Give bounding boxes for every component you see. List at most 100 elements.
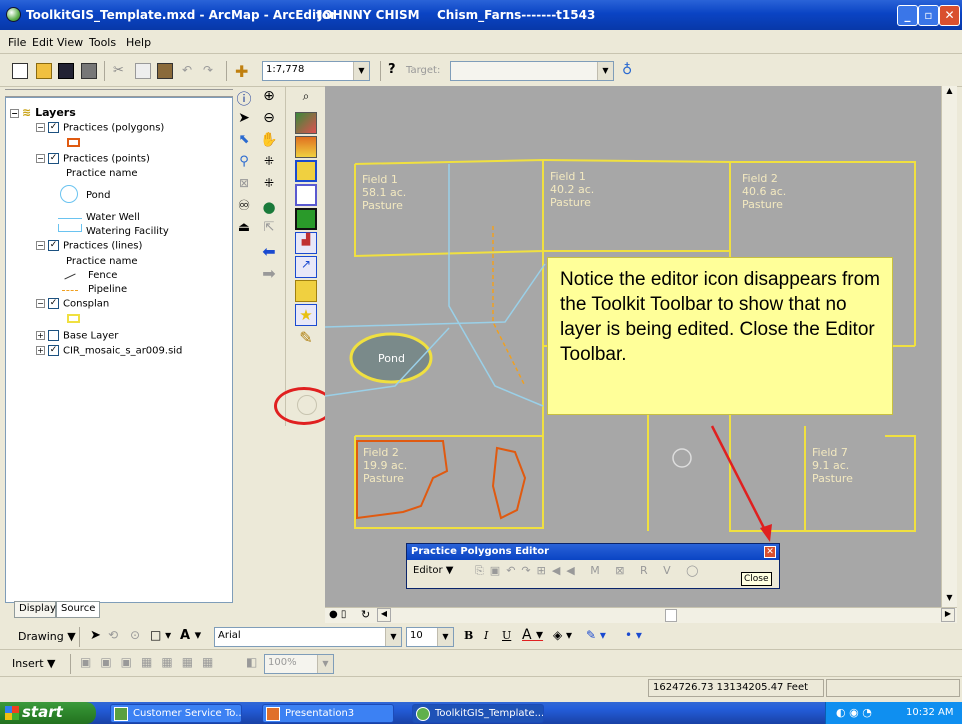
marker-color-icon[interactable]: • ▾ (625, 628, 642, 642)
restore-button[interactable]: ▫ (918, 5, 939, 26)
measure-icon[interactable]: ⏏ (233, 220, 255, 242)
layer-checkbox[interactable]: ✓ (48, 122, 59, 133)
collapse-icon[interactable]: − (36, 154, 45, 163)
go-back-arrow-icon[interactable]: ⬅ (258, 242, 280, 264)
add-data-icon[interactable]: ✚ (235, 62, 251, 81)
scroll-thumb[interactable] (665, 609, 677, 622)
map-scale-combo[interactable]: 1:7,778 ▼ (262, 61, 370, 81)
html-popup-icon[interactable]: ⇱ (258, 220, 280, 242)
rotate-icon[interactable]: ⟲ (108, 628, 118, 642)
new-rectangle-icon[interactable]: □ ▾ (150, 628, 171, 642)
layer-checkbox[interactable]: ✓ (48, 153, 59, 164)
italic-button[interactable]: I (484, 629, 488, 642)
layout-view-icon[interactable]: ● ▯ (329, 609, 346, 620)
horizontal-scrollbar[interactable]: ● ▯ ↻ ◀ ▶ (325, 607, 957, 623)
fill-color-icon[interactable]: ◈ ▾ (553, 628, 572, 642)
task-customer-service[interactable]: Customer Service To... (110, 704, 242, 723)
toc-layer[interactable]: − ✓ Practices (points) (36, 153, 150, 165)
tray-icons[interactable]: ◐ ◉ ◔ (836, 706, 872, 719)
editor-menu[interactable]: Editor ▼ (413, 565, 453, 576)
task-presentation[interactable]: Presentation3 (262, 704, 394, 723)
hyperlink-icon[interactable]: ⚲ (233, 154, 255, 176)
select-features-icon[interactable]: ⬉ (233, 132, 255, 154)
scroll-up-icon[interactable]: ▲ (942, 86, 957, 100)
collapse-icon[interactable]: − (36, 123, 45, 132)
editor-toolbar-icon[interactable]: ♁ (622, 62, 638, 78)
toolkit-layers-icon[interactable] (295, 160, 317, 182)
toc-root[interactable]: − ≋ Layers (10, 106, 76, 119)
editor-tool-icons[interactable]: ⎘▣↶↷⊞◀◀ M ⊠ R V ◯ (475, 564, 704, 578)
identify-icon[interactable]: ⓘ (233, 88, 255, 110)
layer-checkbox[interactable]: ✓ (48, 345, 59, 356)
close-window-button[interactable]: ✕ (939, 5, 960, 26)
fixed-zoom-in-icon[interactable]: ⁜ (258, 154, 280, 176)
new-document-icon[interactable] (12, 63, 28, 79)
scroll-left-icon[interactable]: ◀ (377, 608, 391, 622)
menu-edit[interactable]: Edit (32, 36, 53, 49)
zoom-percent-combo[interactable]: 100% ▼ (264, 654, 334, 674)
toolkit-chart-icon[interactable]: ▟ (295, 232, 317, 254)
pan-icon[interactable]: ✋ (258, 132, 280, 154)
undo-icon[interactable]: ↶ (182, 63, 198, 79)
menu-help[interactable]: Help (126, 36, 151, 49)
toc-layer[interactable]: − ✓ Practices (lines) (36, 240, 142, 252)
toolkit-edit-icon[interactable]: ↗ (295, 256, 317, 278)
tab-source[interactable]: Source (56, 601, 100, 618)
save-icon[interactable] (58, 63, 74, 79)
collapse-icon[interactable]: − (36, 241, 45, 250)
print-icon[interactable] (81, 63, 97, 79)
menu-view[interactable]: View (57, 36, 83, 49)
select-elements-icon[interactable]: ➤ (233, 110, 255, 132)
toolkit-map-icon[interactable] (295, 112, 317, 134)
clear-selection-icon[interactable]: ⊠ (233, 176, 255, 198)
start-button[interactable]: start (0, 702, 96, 724)
collapse-icon[interactable]: − (10, 108, 19, 118)
toc-layer[interactable]: − ✓ Consplan (36, 298, 109, 310)
layer-checkbox[interactable] (48, 330, 59, 341)
layout-tool-icons[interactable]: ▣▣▣▦▦▦▦ (80, 655, 222, 669)
task-arcmap[interactable]: ToolkitGIS_Template.... (412, 704, 544, 723)
layer-checkbox[interactable]: ✓ (48, 240, 59, 251)
zoom-out-icon[interactable]: ⊖ (258, 110, 280, 132)
toolkit-search-icon[interactable]: ⌕ (295, 89, 317, 111)
font-size-combo[interactable]: 10 ▼ (406, 627, 454, 647)
insert-menu[interactable]: Insert ▼ (12, 657, 56, 670)
target-combo[interactable]: ▼ (450, 61, 614, 81)
scroll-right-icon[interactable]: ▶ (941, 608, 955, 622)
zoom-selected-icon[interactable]: ⊙ (130, 628, 140, 642)
drawing-menu[interactable]: Drawing ▼ (18, 630, 76, 643)
cut-icon[interactable]: ✂ (113, 63, 129, 79)
layer-checkbox[interactable]: ✓ (48, 298, 59, 309)
menu-tools[interactable]: Tools (89, 36, 116, 49)
toc-grip[interactable] (5, 89, 233, 97)
chevron-down-icon[interactable]: ▼ (317, 655, 333, 673)
collapse-icon[interactable]: − (36, 299, 45, 308)
minimize-button[interactable]: _ (897, 5, 918, 26)
chevron-down-icon[interactable]: ▼ (437, 628, 453, 646)
font-color-icon[interactable]: A ▾ (522, 627, 543, 643)
expand-icon[interactable]: + (36, 331, 45, 340)
paste-icon[interactable] (157, 63, 173, 79)
toolkit-star-icon[interactable]: ★ (295, 304, 317, 326)
chevron-down-icon[interactable]: ▼ (597, 62, 613, 80)
redo-icon[interactable]: ↷ (203, 63, 219, 79)
full-extent-globe-icon[interactable]: ● (258, 198, 280, 220)
underline-button[interactable]: U (502, 629, 511, 642)
scroll-down-icon[interactable]: ▼ (942, 593, 957, 607)
select-elements-icon[interactable]: ➤ (90, 628, 101, 643)
toolkit-calculator-icon[interactable] (295, 280, 317, 302)
title-bar[interactable]: ToolkitGIS_Template.mxd - ArcMap - ArcEd… (0, 0, 962, 30)
tab-display[interactable]: Display (14, 601, 56, 618)
zoom-in-icon[interactable]: ⊕ (258, 88, 280, 110)
toc-layer[interactable]: − ✓ Practices (polygons) (36, 122, 164, 134)
expand-icon[interactable]: + (36, 346, 45, 355)
editor-close-button[interactable]: ✕ (764, 546, 776, 558)
whats-this-help-icon[interactable]: ? (388, 62, 404, 78)
fixed-zoom-out-icon[interactable]: ⁜ (258, 176, 280, 198)
toolkit-clip-icon[interactable] (295, 208, 317, 230)
open-folder-icon[interactable] (36, 63, 52, 79)
menu-file[interactable]: File (8, 36, 26, 49)
vertical-scrollbar[interactable]: ▲ ▼ (941, 86, 957, 607)
toc-layer[interactable]: + Base Layer (36, 330, 118, 342)
line-color-icon[interactable]: ✎ ▾ (586, 628, 606, 642)
